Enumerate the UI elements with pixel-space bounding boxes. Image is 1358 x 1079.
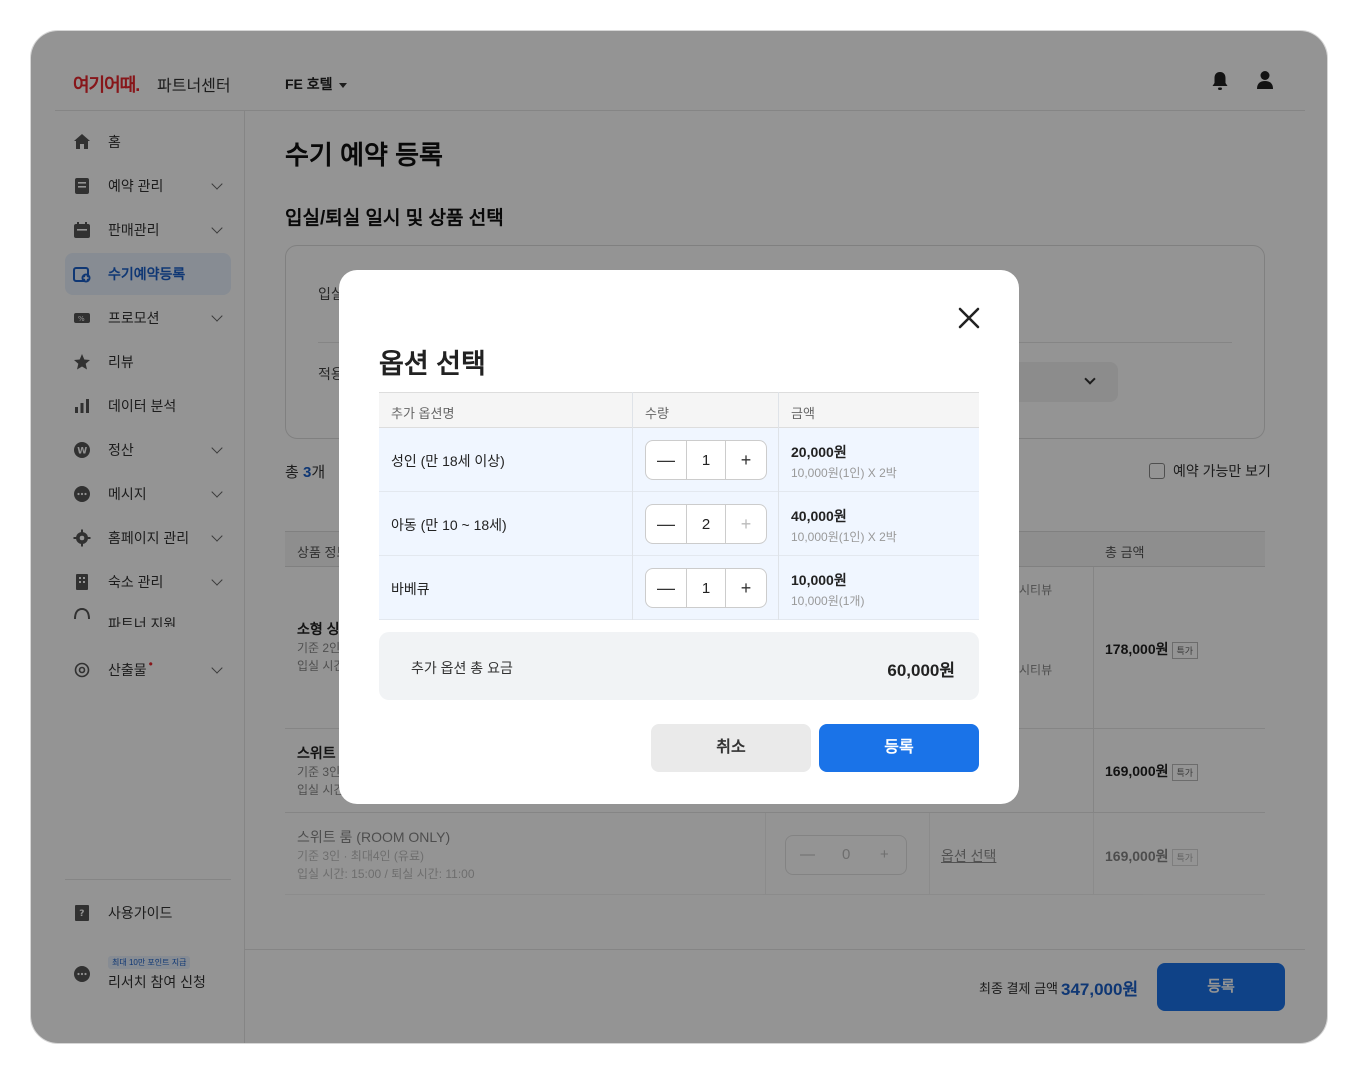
quantity-value[interactable]: 1 bbox=[686, 441, 726, 479]
header-option-name: 추가 옵션명 bbox=[391, 406, 455, 421]
option-total-value: 60,000원 bbox=[887, 661, 955, 680]
minus-button[interactable]: — bbox=[646, 569, 686, 607]
option-total-box: 추가 옵션 총 요금 60,000원 bbox=[379, 632, 979, 700]
minus-button[interactable]: — bbox=[646, 505, 686, 543]
modal-title: 옵션 선택 bbox=[379, 349, 486, 379]
quantity-stepper[interactable]: — 1 + bbox=[645, 440, 767, 480]
option-table-header: 추가 옵션명 수량 금액 bbox=[379, 392, 979, 428]
column-divider bbox=[778, 392, 779, 620]
quantity-stepper[interactable]: — 1 + bbox=[645, 568, 767, 608]
option-detail: 10,000원(1인) X 2박 bbox=[791, 530, 897, 544]
header-quantity: 수량 bbox=[645, 406, 669, 421]
close-icon[interactable] bbox=[951, 300, 987, 336]
option-name: 아동 (만 10 ~ 18세) bbox=[391, 517, 507, 533]
option-row: 바베큐 — 1 + 10,000원 10,000원(1개) bbox=[379, 556, 979, 620]
confirm-register-button[interactable]: 등록 bbox=[819, 724, 979, 772]
plus-button[interactable]: + bbox=[726, 505, 766, 543]
option-detail: 10,000원(1인) X 2박 bbox=[791, 466, 897, 480]
quantity-value[interactable]: 2 bbox=[686, 505, 726, 543]
option-amount: 40,000원 bbox=[791, 508, 847, 524]
cancel-button[interactable]: 취소 bbox=[651, 724, 811, 772]
quantity-value[interactable]: 1 bbox=[686, 569, 726, 607]
header-amount: 금액 bbox=[791, 406, 815, 421]
option-name: 성인 (만 18세 이상) bbox=[391, 453, 505, 469]
option-amount: 20,000원 bbox=[791, 444, 847, 460]
option-amount: 10,000원 bbox=[791, 572, 847, 588]
option-row: 아동 (만 10 ~ 18세) — 2 + 40,000원 10,000원(1인… bbox=[379, 492, 979, 556]
column-divider bbox=[632, 392, 633, 620]
plus-button[interactable]: + bbox=[726, 569, 766, 607]
option-select-modal: 옵션 선택 추가 옵션명 수량 금액 성인 (만 18세 이상) — 1 + 2… bbox=[339, 270, 1019, 804]
option-row: 성인 (만 18세 이상) — 1 + 20,000원 10,000원(1인) … bbox=[379, 428, 979, 492]
option-total-label: 추가 옵션 총 요금 bbox=[411, 660, 513, 676]
option-name: 바베큐 bbox=[391, 581, 430, 597]
minus-button[interactable]: — bbox=[646, 441, 686, 479]
quantity-stepper[interactable]: — 2 + bbox=[645, 504, 767, 544]
option-detail: 10,000원(1개) bbox=[791, 594, 865, 608]
plus-button[interactable]: + bbox=[726, 441, 766, 479]
